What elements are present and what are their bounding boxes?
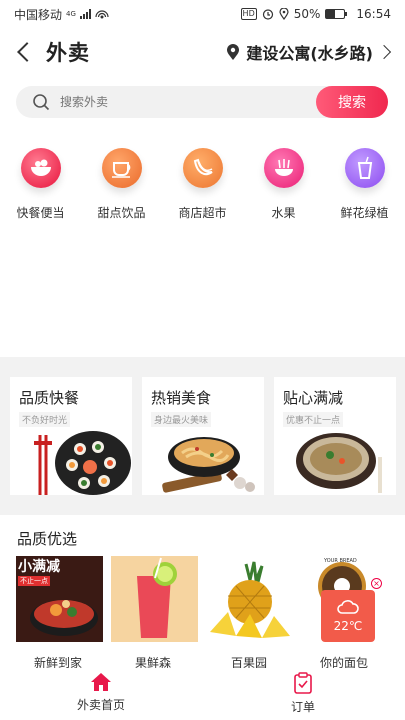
promo-card-discounts[interactable]: 贴心满减 优惠不止一点	[274, 377, 396, 495]
goods-item-baiguoyuan[interactable]	[206, 556, 293, 642]
soup-pot-image	[296, 433, 382, 493]
weather-temp: 22℃	[333, 619, 363, 633]
tab-orders[interactable]: 订单	[202, 668, 404, 720]
category-store[interactable]: 商店超市	[162, 148, 243, 228]
noodle-bowl-image	[162, 437, 255, 493]
battery-percent: 50%	[293, 7, 321, 21]
promo-tag: 优惠不止一点	[283, 412, 344, 427]
search-bar: 搜索	[16, 86, 388, 118]
promo-tag: 身边最火美味	[151, 412, 212, 427]
location-selector[interactable]: 建设公寓(水乡路)	[226, 40, 391, 64]
chevron-right-icon	[379, 43, 391, 61]
category-desserts[interactable]: 甜点饮品	[81, 148, 162, 228]
search-input[interactable]	[60, 95, 280, 109]
tab-label: 外卖首页	[76, 698, 125, 712]
fruit-drink-image	[111, 556, 198, 642]
location-status-icon	[279, 8, 289, 20]
goods-badge: 小满减	[18, 559, 60, 575]
hotspot-icon	[95, 10, 109, 19]
category-label: 鲜花绿植	[340, 206, 389, 220]
category-label: 快餐便当	[16, 206, 65, 220]
location-label: 建设公寓(水乡路)	[246, 44, 373, 63]
banana-icon	[182, 148, 223, 188]
page-title: 外卖	[46, 41, 90, 65]
promo-title: 品质快餐	[19, 389, 80, 407]
header: 外卖 建设公寓(水乡路)	[0, 30, 405, 74]
promo-card-hot-food[interactable]: 热销美食 身边最火美味	[142, 377, 264, 495]
promo-tag: 不负好时光	[19, 412, 71, 427]
clock: 16:54	[356, 7, 391, 21]
category-fruit[interactable]: 水果	[243, 148, 324, 228]
weather-widget[interactable]: 22℃	[321, 590, 375, 642]
bowl-icon	[20, 148, 61, 188]
sushi-platter-image	[34, 431, 131, 495]
order-icon	[294, 672, 312, 694]
hd-badge: HD	[240, 8, 257, 20]
battery-icon	[325, 9, 348, 19]
category-fast-food[interactable]: 快餐便当	[0, 148, 81, 228]
goods-badge-sub: 不止一点	[18, 576, 50, 586]
promo-title: 贴心满减	[283, 389, 344, 407]
fruit-bowl-icon	[263, 148, 304, 188]
tab-home[interactable]: 外卖首页	[0, 668, 202, 720]
promo-card-quality-fast-food[interactable]: 品质快餐 不负好时光	[10, 377, 132, 495]
promo-title: 热销美食	[151, 389, 212, 407]
network-type: 4G	[66, 10, 76, 18]
signal-icon	[79, 9, 91, 19]
cloud-icon	[337, 600, 359, 614]
goods-item-xinxian[interactable]: 小满减 不止一点	[16, 556, 103, 642]
alarm-icon	[262, 9, 273, 20]
bottom-tab-bar: 外卖首页 订单	[0, 668, 405, 720]
map-pin-icon	[227, 43, 240, 60]
search-button[interactable]: 搜索	[316, 86, 388, 118]
section-title-quality: 品质优选	[17, 530, 78, 548]
home-icon	[91, 673, 111, 691]
goods-item-guoxiansen[interactable]	[111, 556, 198, 642]
category-label: 水果	[271, 206, 296, 220]
tab-label: 订单	[290, 700, 315, 714]
back-arrow-icon[interactable]	[14, 40, 34, 64]
category-grid: 快餐便当 甜点饮品 商店超市 水果 鲜花绿植	[0, 148, 405, 228]
drink-icon	[344, 148, 385, 188]
carrier-name: 中国移动	[14, 7, 63, 22]
category-flowers[interactable]: 鲜花绿植	[324, 148, 405, 228]
status-bar: 中国移动 4G HD 50% 16:54	[0, 0, 405, 28]
cup-icon	[101, 148, 142, 188]
svg-text:YOUR BREAD: YOUR BREAD	[323, 558, 357, 564]
close-icon[interactable]: ×	[371, 578, 382, 589]
category-label: 商店超市	[178, 206, 227, 220]
pineapple-image	[206, 556, 293, 642]
category-label: 甜点饮品	[97, 206, 146, 220]
search-icon	[33, 94, 50, 111]
